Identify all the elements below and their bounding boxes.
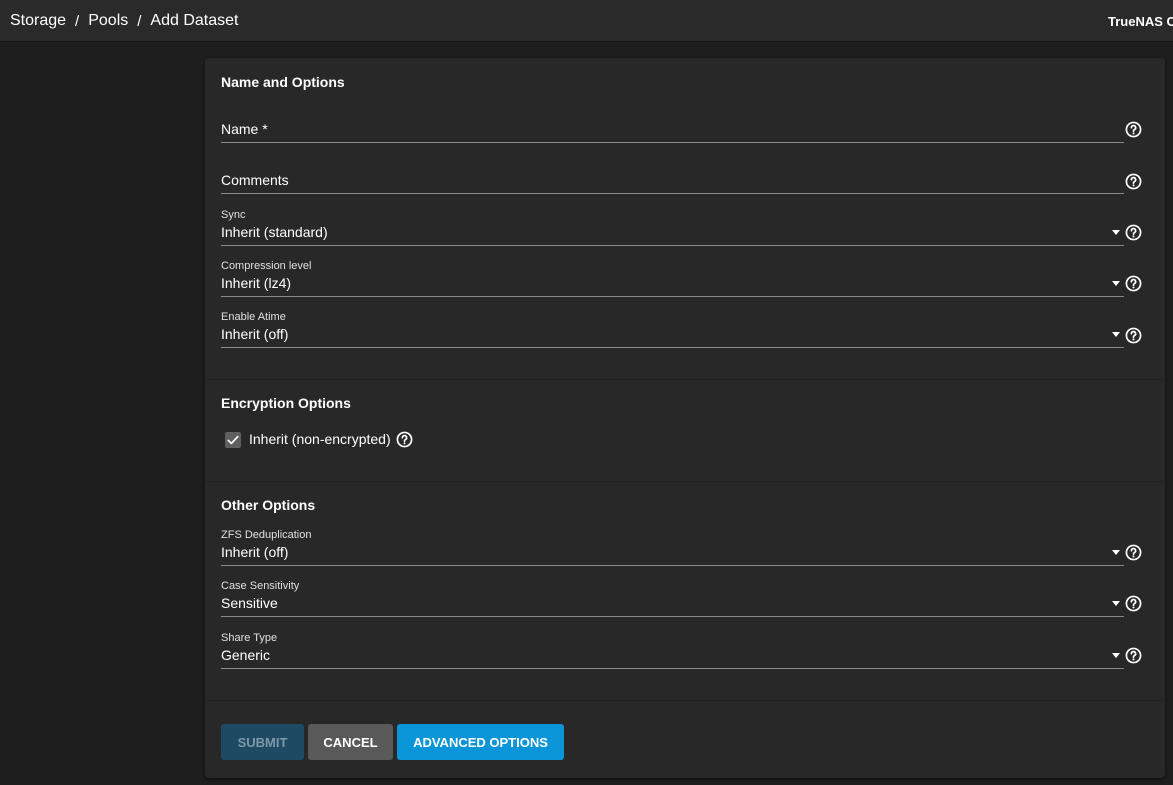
chevron-down-icon <box>1112 230 1120 235</box>
help-circle-icon[interactable] <box>1125 275 1142 292</box>
help-circle-icon[interactable] <box>1125 173 1142 190</box>
case-sensitivity-select[interactable]: Case Sensitivity Sensitive <box>221 579 1124 617</box>
breadcrumb-separator: / <box>75 12 80 30</box>
help-circle-icon[interactable] <box>1125 224 1142 241</box>
section-title-other: Other Options <box>221 497 316 513</box>
breadcrumb-current-page: Add Dataset <box>150 12 239 29</box>
name-placeholder: Name * <box>221 121 268 137</box>
section-divider <box>205 481 1165 482</box>
breadcrumb-separator: / <box>137 12 142 30</box>
name-input[interactable]: Name * <box>221 114 1124 143</box>
atime-label: Enable Atime <box>221 311 286 323</box>
inherit-encryption-checkbox[interactable] <box>225 432 241 448</box>
dedup-value: Inherit (off) <box>221 544 289 560</box>
check-icon <box>227 435 239 445</box>
brand-name: TrueNAS C <box>1108 13 1173 29</box>
case-sensitivity-label: Case Sensitivity <box>221 580 300 592</box>
atime-select[interactable]: Enable Atime Inherit (off) <box>221 310 1124 348</box>
sync-value: Inherit (standard) <box>221 224 328 240</box>
atime-value: Inherit (off) <box>221 326 289 342</box>
top-bar: Storage / Pools / Add Dataset TrueNAS C <box>0 0 1173 42</box>
share-type-label: Share Type <box>221 632 278 644</box>
chevron-down-icon <box>1112 550 1120 555</box>
help-circle-icon[interactable] <box>1125 121 1142 138</box>
case-sensitivity-value: Sensitive <box>221 595 278 611</box>
chevron-down-icon <box>1112 332 1120 337</box>
cancel-button[interactable]: CANCEL <box>308 724 393 760</box>
chevron-down-icon <box>1112 281 1120 286</box>
share-type-select[interactable]: Share Type Generic <box>221 630 1124 669</box>
dedup-select[interactable]: ZFS Deduplication Inherit (off) <box>221 528 1124 566</box>
help-circle-icon[interactable] <box>396 431 413 448</box>
share-type-value: Generic <box>221 647 271 663</box>
section-divider <box>205 379 1165 380</box>
breadcrumb-pools[interactable]: Pools <box>88 12 128 30</box>
sync-label: Sync <box>221 209 246 221</box>
inherit-encryption-label: Inherit (non-encrypted) <box>249 431 391 447</box>
help-circle-icon[interactable] <box>1125 647 1142 664</box>
breadcrumb: Storage / Pools / Add Dataset <box>10 0 238 42</box>
section-title-encryption: Encryption Options <box>221 395 351 411</box>
compression-label: Compression level <box>221 260 312 272</box>
comments-input[interactable]: Comments <box>221 165 1124 194</box>
dedup-label: ZFS Deduplication <box>221 529 312 541</box>
advanced-options-button[interactable]: ADVANCED OPTIONS <box>397 724 564 760</box>
section-divider <box>205 700 1165 701</box>
compression-value: Inherit (lz4) <box>221 275 292 291</box>
compression-select[interactable]: Compression level Inherit (lz4) <box>221 259 1124 297</box>
help-circle-icon[interactable] <box>1125 544 1142 561</box>
add-dataset-form: Name and Options Name * Comments Sync In… <box>205 58 1165 778</box>
help-circle-icon[interactable] <box>1125 595 1142 612</box>
section-title-name-options: Name and Options <box>221 74 345 90</box>
submit-button[interactable]: SUBMIT <box>221 724 304 760</box>
breadcrumb-storage[interactable]: Storage <box>10 12 66 30</box>
sync-select[interactable]: Sync Inherit (standard) <box>221 208 1124 246</box>
help-circle-icon[interactable] <box>1125 327 1142 344</box>
chevron-down-icon <box>1112 653 1120 658</box>
chevron-down-icon <box>1112 601 1120 606</box>
comments-placeholder: Comments <box>221 172 289 188</box>
